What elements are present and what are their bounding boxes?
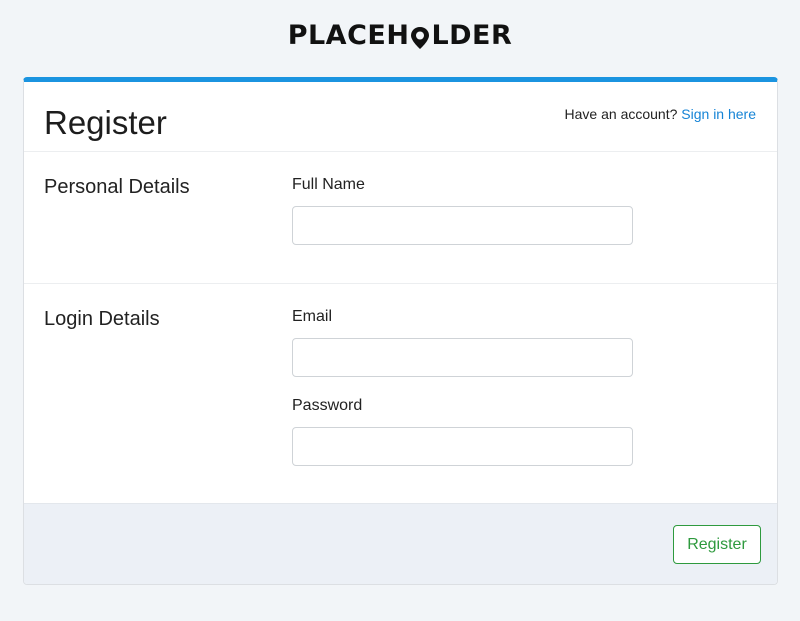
- card-footer: Register: [24, 503, 777, 584]
- sign-in-link[interactable]: Sign in here: [681, 106, 756, 122]
- map-pin-icon: [410, 26, 430, 49]
- register-card: Register Have an account? Sign in here P…: [23, 77, 778, 585]
- section-title-personal: Personal Details: [44, 176, 190, 198]
- full-name-input[interactable]: [292, 206, 633, 245]
- personal-details-section: Personal Details Full Name: [24, 152, 777, 284]
- brand-logo: PLACEH LDER: [0, 20, 800, 51]
- password-field-group: Password: [292, 397, 634, 466]
- page-title: Register: [44, 104, 167, 141]
- full-name-field-group: Full Name: [292, 176, 634, 245]
- account-prompt-row: Have an account? Sign in here: [565, 106, 756, 122]
- password-label: Password: [292, 397, 363, 414]
- logo-text-end: LDER: [431, 20, 513, 51]
- login-details-section: Login Details Email Password: [24, 284, 777, 503]
- full-name-label: Full Name: [292, 176, 365, 193]
- register-button[interactable]: Register: [673, 525, 761, 564]
- email-input[interactable]: [292, 338, 633, 377]
- card-header: Register Have an account? Sign in here: [24, 82, 777, 152]
- email-field-group: Email: [292, 308, 634, 377]
- section-title-login: Login Details: [44, 308, 160, 330]
- logo-text-start: PLACEH: [287, 20, 410, 51]
- account-prompt: Have an account?: [564, 106, 678, 122]
- email-label: Email: [292, 308, 333, 325]
- password-input[interactable]: [292, 427, 633, 466]
